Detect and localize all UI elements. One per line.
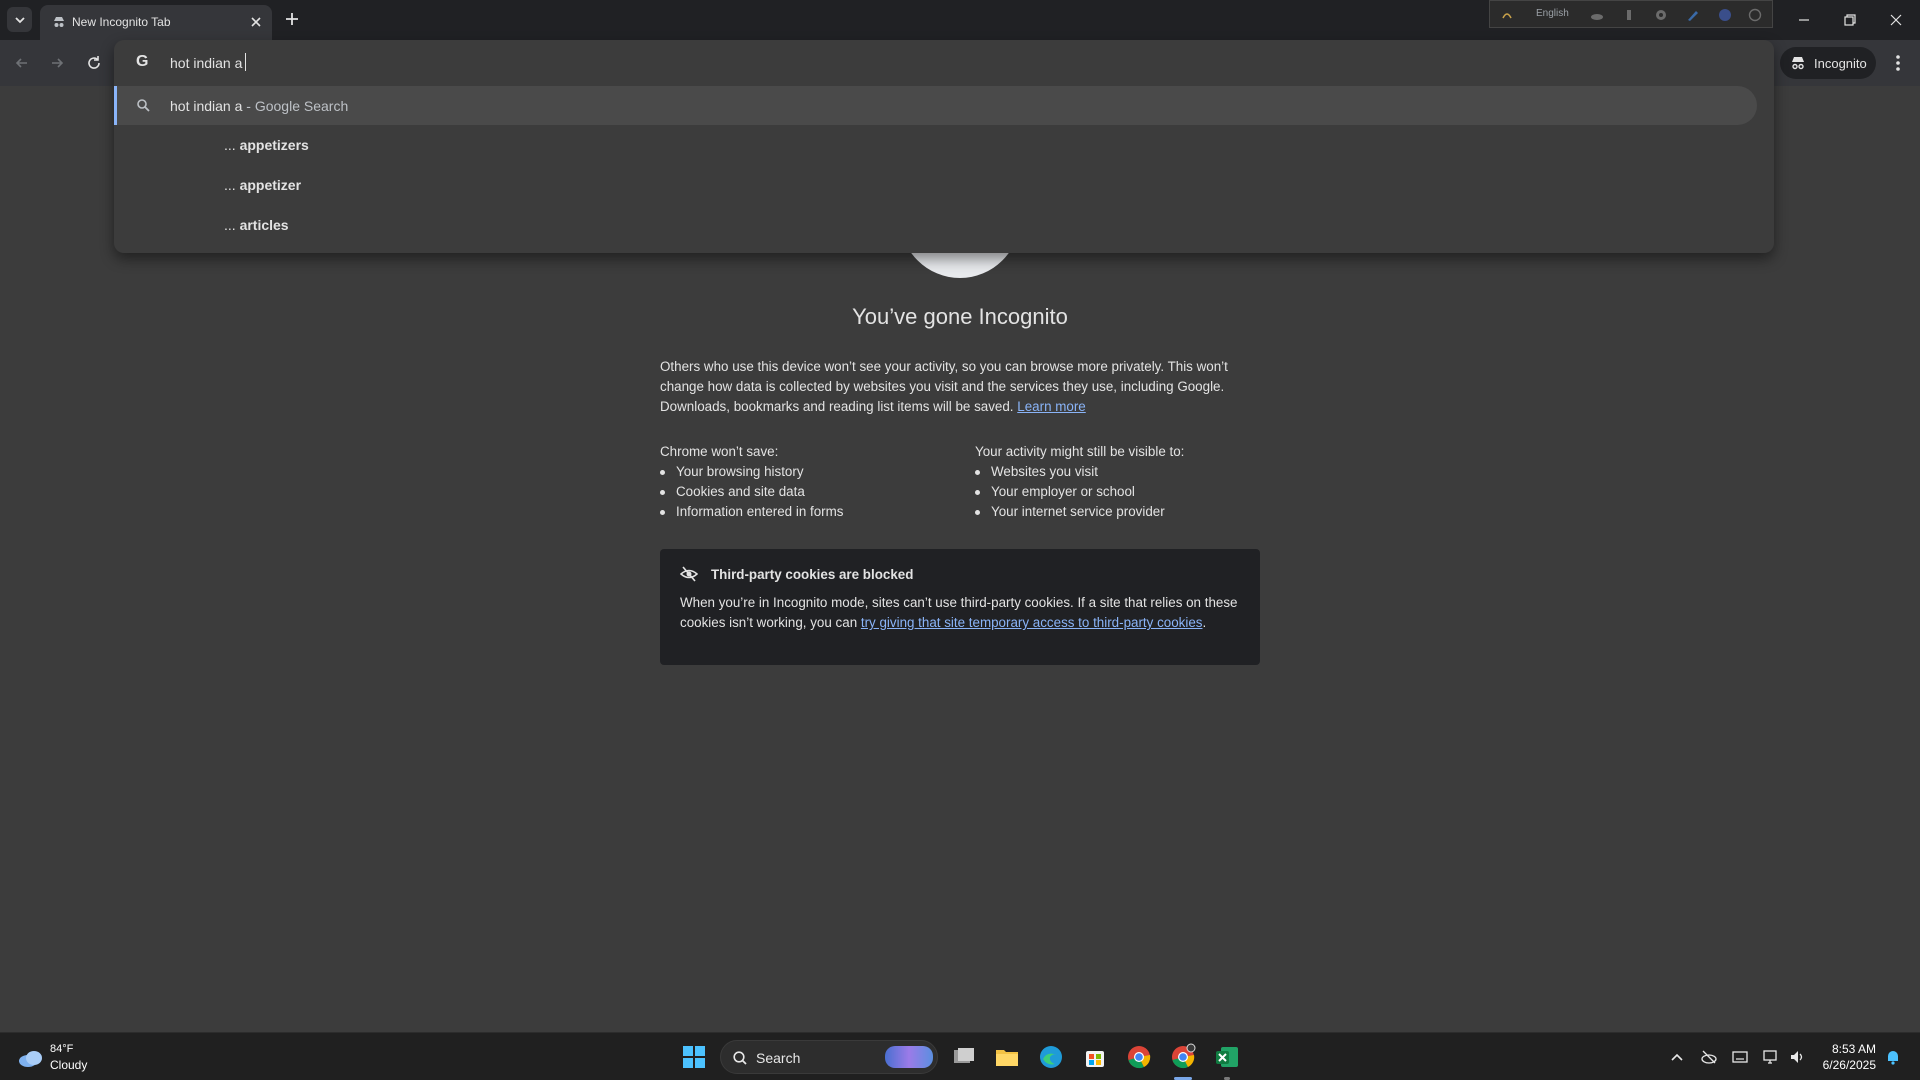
onedrive-offline-icon[interactable] (1700, 1048, 1718, 1066)
ime-help-icon[interactable] (1718, 8, 1732, 22)
incognito-icon (1792, 57, 1804, 70)
cookies-card-body: When you’re in Incognito mode, sites can… (680, 593, 1240, 633)
clock-time[interactable]: 8:53 AM (1808, 1042, 1876, 1056)
omnibox-suggestion-search[interactable]: hot indian a - Google Search (114, 86, 1757, 125)
suggestion-prefix: ... (224, 137, 240, 153)
incognito-profile-chip[interactable]: Incognito (1780, 47, 1876, 79)
chevron-up-icon[interactable] (1668, 1048, 1686, 1066)
close-icon[interactable] (248, 14, 264, 30)
ime-toolbar: English (1489, 0, 1773, 28)
excel-icon[interactable] (1213, 1043, 1241, 1071)
list-item: Your browsing history (660, 462, 960, 482)
clock-date[interactable]: 6/26/2025 (1808, 1058, 1876, 1072)
reload-icon[interactable] (84, 53, 104, 73)
third-party-cookies-card: Third-party cookies are blocked When you… (660, 549, 1260, 665)
suggestion-text: ... appetizer (224, 177, 301, 193)
ime-info-icon[interactable] (1748, 8, 1762, 22)
suggestion-completion: appetizer (239, 177, 302, 193)
edge-browser-icon[interactable] (1037, 1043, 1065, 1071)
incognito-icon (54, 17, 64, 27)
tab-title: New Incognito Tab (72, 15, 171, 29)
incognito-chip-label: Incognito (1814, 55, 1867, 71)
ime-mode-icon[interactable] (1500, 8, 1514, 22)
cookies-card-title: Third-party cookies are blocked (711, 567, 914, 582)
learn-more-link[interactable]: Learn more (1017, 399, 1085, 414)
chrome-icon[interactable] (1125, 1043, 1153, 1071)
task-view-icon[interactable] (950, 1043, 978, 1071)
omnibox-suggestion[interactable]: ... appetizers (114, 125, 1757, 165)
suggestion-text: ... appetizers (224, 137, 309, 153)
browser-titlebar: New Incognito Tab English (0, 0, 1920, 40)
wont-save-column: Chrome won’t save: Your browsing history… (660, 442, 960, 522)
windows-taskbar: 84°F Cloudy Search 8:53 AM 6/26/2025 (0, 1032, 1920, 1080)
ime-language-label[interactable]: English (1536, 8, 1569, 19)
suggestion-text: hot indian a - Google Search (170, 98, 348, 114)
volume-icon[interactable] (1788, 1048, 1806, 1066)
windows-start-icon[interactable] (680, 1043, 708, 1071)
suggestion-query: hot indian a (170, 98, 243, 114)
suggestion-completion: articles (239, 217, 289, 233)
suggestion-description: - Google Search (246, 98, 349, 114)
page-title: You’ve gone Incognito (852, 304, 1068, 329)
suggestion-text: ... articles (224, 217, 289, 233)
keyboard-icon[interactable] (1731, 1048, 1749, 1066)
chevron-down-icon (14, 16, 25, 23)
cookies-card-suffix: . (1202, 615, 1207, 630)
microsoft-store-icon[interactable] (1081, 1043, 1109, 1071)
restore-icon[interactable] (1838, 8, 1862, 32)
cloud-weather-icon[interactable] (18, 1048, 44, 1068)
search-icon (733, 1051, 747, 1065)
weather-temperature[interactable]: 84°F (50, 1043, 73, 1055)
omnibox-suggestion[interactable]: ... appetizer (114, 165, 1757, 205)
list-item: Websites you visit (975, 462, 1275, 482)
notification-bell-icon[interactable] (1884, 1048, 1902, 1066)
more-menu-icon[interactable] (1888, 52, 1908, 74)
chrome-incognito-icon[interactable] (1169, 1043, 1197, 1071)
google-g-icon: G (136, 53, 149, 70)
file-explorer-icon[interactable] (993, 1043, 1021, 1071)
eye-off-icon (680, 566, 698, 582)
tab-new-incognito[interactable]: New Incognito Tab (40, 5, 272, 40)
tab-search-button[interactable] (7, 7, 32, 32)
ime-settings-icon[interactable] (1654, 8, 1668, 22)
ime-tool-icon[interactable] (1622, 8, 1636, 22)
suggestion-completion: appetizers (239, 137, 309, 153)
intro-text: Others who use this device won’t see you… (660, 359, 1228, 414)
text-caret (245, 53, 246, 71)
network-icon[interactable] (1762, 1048, 1780, 1066)
weather-condition[interactable]: Cloudy (50, 1058, 87, 1072)
window-close-icon[interactable] (1884, 8, 1908, 32)
suggestion-prefix: ... (224, 177, 240, 193)
list-item: Your employer or school (975, 482, 1275, 502)
omnibox-popup: G hot indian a hot indian a - Google Sea… (114, 40, 1774, 253)
address-bar[interactable]: G hot indian a (114, 40, 1774, 85)
list-item: Your internet service provider (975, 502, 1275, 522)
taskbar-search-label: Search (756, 1050, 801, 1066)
list-item: Cookies and site data (660, 482, 960, 502)
minimize-icon[interactable] (1792, 8, 1816, 32)
ime-cloud-icon[interactable] (1590, 8, 1604, 22)
incognito-intro: Others who use this device won’t see you… (660, 357, 1262, 417)
temporary-access-link[interactable]: try giving that site temporary access to… (861, 615, 1203, 630)
back-icon[interactable] (12, 53, 32, 73)
list-item: Information entered in forms (660, 502, 960, 522)
search-highlight-icon (885, 1046, 933, 1068)
new-tab-button[interactable] (282, 9, 302, 29)
taskbar-search-box[interactable]: Search (720, 1040, 938, 1074)
search-icon (137, 99, 150, 112)
omnibox-input[interactable]: hot indian a (170, 55, 242, 71)
ime-pen-icon[interactable] (1686, 8, 1700, 22)
might-be-visible-column: Your activity might still be visible to:… (975, 442, 1275, 522)
suggestion-prefix: ... (224, 217, 240, 233)
omnibox-suggestion[interactable]: ... articles (114, 205, 1757, 245)
might-be-visible-heading: Your activity might still be visible to: (975, 444, 1185, 459)
forward-icon[interactable] (47, 53, 67, 73)
wont-save-heading: Chrome won’t save: (660, 444, 779, 459)
